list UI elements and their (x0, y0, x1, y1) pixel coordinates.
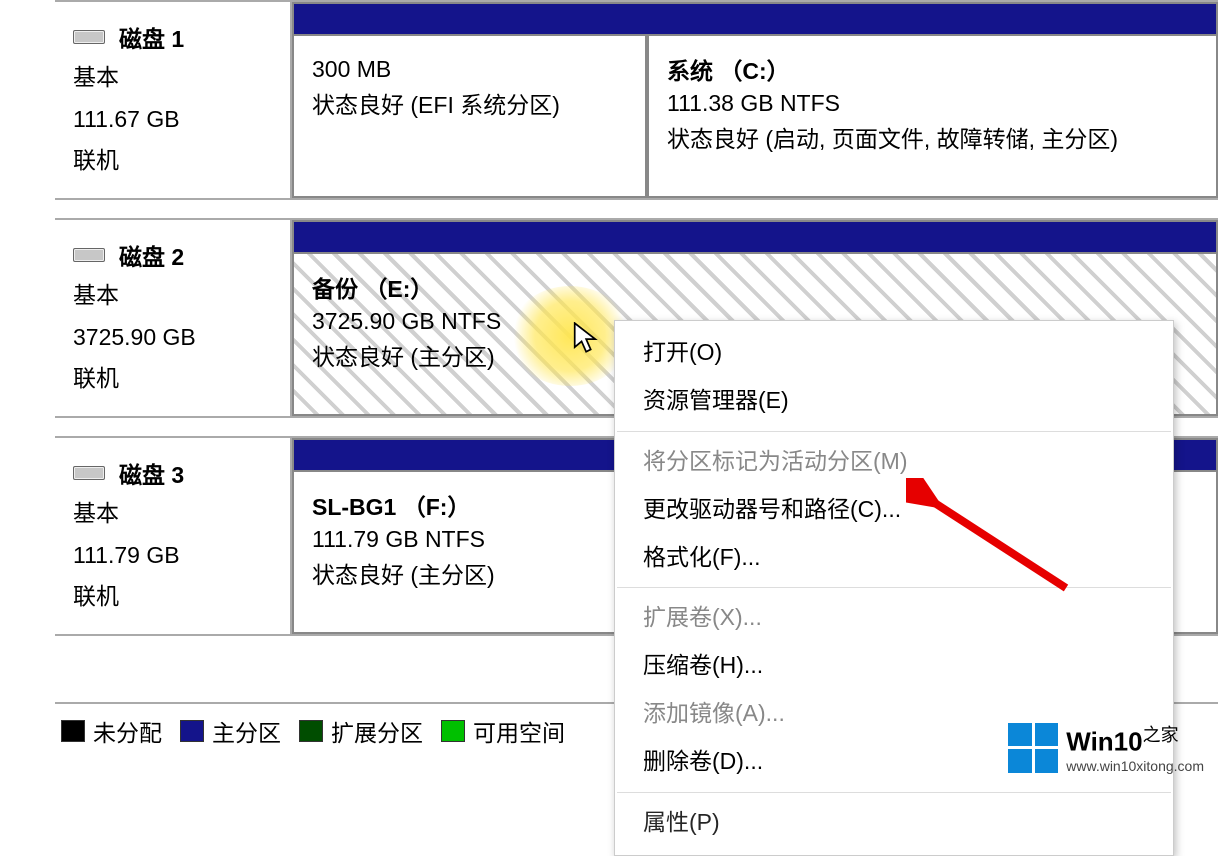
legend-label: 主分区 (212, 714, 281, 748)
disk-title: 磁盘 1 (119, 20, 184, 54)
menu-mark-active: 将分区标记为活动分区(M) (615, 438, 1173, 486)
watermark-title: Win10之家 (1066, 721, 1204, 758)
menu-explorer[interactable]: 资源管理器(E) (615, 377, 1173, 425)
menu-shrink-volume[interactable]: 压缩卷(H)... (615, 642, 1173, 690)
legend-primary: 主分区 (180, 714, 281, 748)
menu-change-drive-letter[interactable]: 更改驱动器号和路径(C)... (615, 486, 1173, 534)
windows-logo-icon (1008, 723, 1058, 773)
partition-header-bar (292, 2, 1218, 34)
legend-extended: 扩展分区 (299, 714, 423, 748)
context-menu: 打开(O) 资源管理器(E) 将分区标记为活动分区(M) 更改驱动器号和路径(C… (614, 320, 1174, 856)
disk-info: 磁盘 2 基本 3725.90 GB 联机 (55, 220, 290, 416)
menu-format[interactable]: 格式化(F)... (615, 534, 1173, 582)
disk-title: 磁盘 3 (119, 456, 184, 490)
disk-type: 基本 (73, 278, 280, 314)
menu-properties[interactable]: 属性(P) (615, 799, 1173, 847)
disk-info: 磁盘 3 基本 111.79 GB 联机 (55, 438, 290, 634)
watermark: Win10之家 www.win10xitong.com (1008, 721, 1204, 774)
disk-info: 磁盘 1 基本 111.67 GB 联机 (55, 2, 290, 198)
disk-title: 磁盘 2 (119, 238, 184, 272)
legend-label: 未分配 (93, 714, 162, 748)
menu-extend-volume: 扩展卷(X)... (615, 594, 1173, 642)
partition-size: 300 MB (312, 52, 627, 88)
disk-type: 基本 (73, 496, 280, 532)
partition-label: 备份 （E:） (312, 270, 1198, 304)
watermark-url: www.win10xitong.com (1066, 758, 1204, 774)
legend-label: 可用空间 (473, 714, 565, 748)
disk-icon (73, 466, 105, 480)
disk-status: 联机 (73, 361, 280, 397)
legend-label: 扩展分区 (331, 714, 423, 748)
partition-efi[interactable]: 300 MB 状态良好 (EFI 系统分区) (292, 34, 647, 198)
partition-label: 系统 （C:） (667, 52, 1198, 86)
disk-row-1[interactable]: 磁盘 1 基本 111.67 GB 联机 300 MB 状态良好 (EFI 系统… (55, 0, 1218, 200)
disk-status: 联机 (73, 579, 280, 615)
legend-unallocated: 未分配 (61, 714, 162, 748)
partition-header-bar (292, 220, 1218, 252)
disk-size: 111.67 GB (73, 102, 280, 138)
disk-status: 联机 (73, 143, 280, 179)
menu-open[interactable]: 打开(O) (615, 329, 1173, 377)
legend-free: 可用空间 (441, 714, 565, 748)
disk-icon (73, 30, 105, 44)
partition-status: 状态良好 (启动, 页面文件, 故障转储, 主分区) (667, 122, 1198, 158)
disk-type: 基本 (73, 60, 280, 96)
disk-size: 111.79 GB (73, 538, 280, 574)
disk-icon (73, 248, 105, 262)
disk-size: 3725.90 GB (73, 320, 280, 356)
partition-status: 状态良好 (EFI 系统分区) (312, 88, 627, 124)
partition-size: 111.38 GB NTFS (667, 86, 1198, 122)
partition-c[interactable]: 系统 （C:） 111.38 GB NTFS 状态良好 (启动, 页面文件, 故… (647, 34, 1218, 198)
